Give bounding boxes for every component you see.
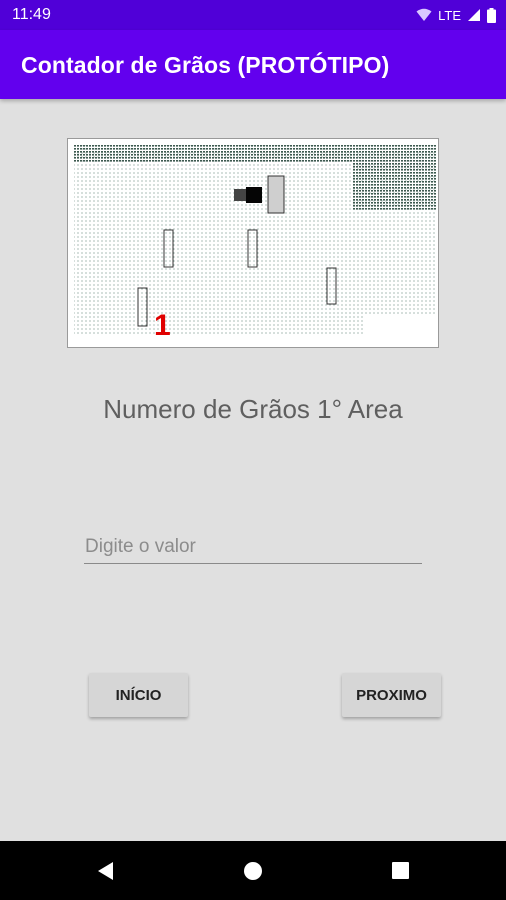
start-button[interactable]: INÍCIO — [89, 673, 188, 717]
status-icons: LTE — [416, 6, 496, 24]
grain-sample-image: 1 — [67, 138, 439, 348]
battery-icon — [487, 7, 496, 23]
lte-label: LTE — [438, 7, 461, 23]
signal-icon — [468, 9, 480, 21]
value-input[interactable] — [84, 530, 422, 564]
home-icon[interactable] — [242, 860, 264, 882]
area-number-label: 1 — [154, 309, 171, 342]
app-bar: Contador de Grãos (PROTÓTIPO) — [0, 30, 506, 99]
next-button[interactable]: PROXIMO — [342, 673, 441, 717]
recents-icon[interactable] — [390, 860, 412, 882]
navigation-bar — [0, 841, 506, 900]
section-title: Numero de Grãos 1° Area — [103, 394, 403, 424]
back-icon[interactable] — [95, 860, 117, 882]
status-time: 11:49 — [12, 6, 51, 23]
status-bar: 11:49 LTE — [0, 0, 506, 30]
wifi-icon — [416, 8, 432, 21]
app-title: Contador de Grãos (PROTÓTIPO) — [21, 52, 390, 78]
